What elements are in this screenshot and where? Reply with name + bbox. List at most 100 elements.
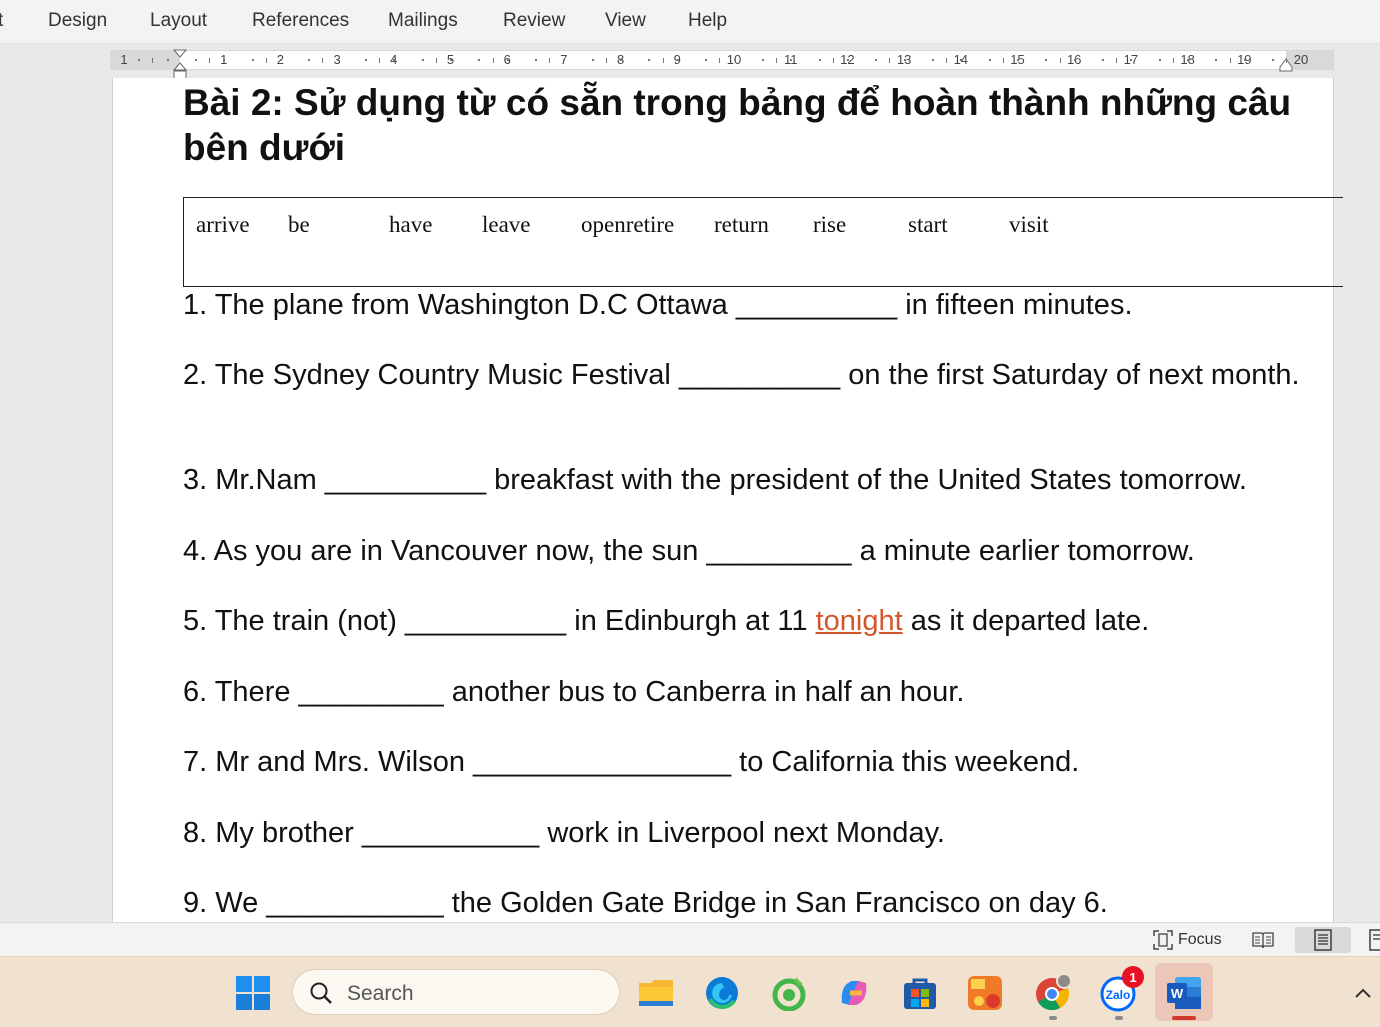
- exercise-heading: Bài 2: Sử dụng từ có sẵn trong bảng để h…: [183, 82, 1292, 168]
- ruler-tick: [492, 58, 494, 63]
- ruler-area: 11234567891011121314151617181920: [0, 44, 1380, 80]
- sentence-8: 8. My brother ___________ work in Liverp…: [183, 817, 945, 849]
- taskbar-search[interactable]: Search: [292, 969, 620, 1015]
- ruler-dot: [903, 59, 906, 61]
- read-mode-button[interactable]: [1249, 927, 1277, 953]
- file-explorer-button[interactable]: [637, 974, 675, 1012]
- sentence-9: 9. We ___________ the Golden Gate Bridge…: [183, 887, 1108, 919]
- ruler-dot: [846, 59, 849, 61]
- ruler-dot: [279, 59, 282, 61]
- sentence-4: 4. As you are in Vancouver now, the sun …: [183, 535, 1195, 567]
- ruler-dot: [591, 59, 594, 61]
- ruler-tick: [662, 58, 664, 63]
- ruler-dot: [790, 59, 793, 61]
- ruler-dot: [421, 59, 424, 61]
- ruler-tick: [889, 58, 891, 63]
- ruler-dot: [931, 59, 934, 61]
- search-icon: [310, 982, 332, 1004]
- ruler-tick: [946, 58, 948, 63]
- microsoft-store-icon: [904, 978, 936, 1009]
- ruler-dot: [1130, 59, 1133, 61]
- tab-references[interactable]: References: [252, 10, 349, 32]
- ruler-tick: [1229, 58, 1231, 63]
- ruler-dot: [988, 59, 991, 61]
- tab-layout[interactable]: Layout: [150, 10, 207, 32]
- ruler-dot: [1102, 59, 1105, 61]
- zalo-button[interactable]: Zalo 1: [1100, 966, 1144, 1012]
- ruler-dot: [960, 59, 963, 61]
- windows-start-icon: [236, 976, 270, 1010]
- my-bida-icon: [968, 976, 1002, 1010]
- ruler-dot: [563, 59, 566, 61]
- ruler-dot: [818, 59, 821, 61]
- ruler-dot: [1243, 59, 1246, 61]
- ruler-dot: [705, 59, 708, 61]
- edge-icon: [706, 977, 738, 1009]
- store-button[interactable]: [901, 974, 939, 1012]
- tab-help[interactable]: Help: [688, 10, 727, 32]
- ruler-dot: [478, 59, 481, 61]
- chrome-icon: [1036, 974, 1072, 1011]
- ruler-dot: [393, 59, 396, 61]
- sentence-1: 1. The plane from Washington D.C Ottawa …: [183, 289, 1133, 321]
- ruler-dot: [1215, 59, 1218, 61]
- word-active-indicator: [1172, 1016, 1196, 1020]
- tab-mailings[interactable]: Mailings: [388, 10, 458, 32]
- windows-taskbar: Search Zalo 1 W: [0, 956, 1380, 1027]
- ruler-tick: [776, 58, 778, 63]
- chrome-button[interactable]: [1034, 974, 1072, 1012]
- print-layout-button[interactable]: [1295, 927, 1351, 953]
- ruler-dot: [1272, 59, 1275, 61]
- spelling-flagged-word[interactable]: tonight: [816, 605, 903, 637]
- web-layout-button[interactable]: [1364, 927, 1380, 953]
- tab-view[interactable]: View: [605, 10, 646, 32]
- ruler-tick: [719, 58, 721, 63]
- word-icon: W: [1167, 977, 1201, 1009]
- svg-text:W: W: [1171, 986, 1184, 1001]
- word-bank-item: return: [714, 212, 769, 237]
- sentence-5: 5. The train (not) __________ in Edinbur…: [183, 604, 1303, 639]
- ruler-tick: [605, 58, 607, 63]
- edge-button[interactable]: [703, 974, 741, 1012]
- ruler-dot: [1187, 59, 1190, 61]
- coccoc-button[interactable]: [770, 974, 808, 1012]
- ruler-tick: [322, 58, 324, 63]
- show-hidden-icons-button[interactable]: [1344, 974, 1380, 1012]
- sentence-3: 3. Mr.Nam __________ breakfast with the …: [183, 464, 1247, 496]
- ruler-tick: [1286, 58, 1288, 63]
- web-layout-icon: [1369, 929, 1380, 951]
- word-bank-table: arrive be have leave openretire return r…: [183, 197, 1343, 287]
- ruler-dot: [194, 59, 197, 61]
- print-layout-icon: [1314, 929, 1332, 951]
- ruler-tick: [1116, 58, 1118, 63]
- ruler-dot: [648, 59, 651, 61]
- tab-review[interactable]: Review: [503, 10, 565, 32]
- sentence-6: 6. There _________ another bus to Canber…: [183, 676, 965, 708]
- document-page[interactable]: Bài 2: Sử dụng từ có sẵn trong bảng để h…: [112, 78, 1343, 922]
- tab-cut-off[interactable]: t: [0, 10, 3, 32]
- chrome-running-indicator: [1049, 1016, 1057, 1020]
- word-bank-item: openretire: [581, 212, 675, 237]
- copilot-button[interactable]: [835, 974, 873, 1012]
- word-bank-item: arrive: [196, 212, 250, 237]
- focus-button[interactable]: Focus: [1152, 928, 1222, 952]
- horizontal-ruler[interactable]: 11234567891011121314151617181920: [110, 49, 1334, 80]
- word-bank-item: start: [908, 212, 948, 237]
- ruler-dot: [506, 59, 509, 61]
- word-bank-item: be: [288, 212, 310, 237]
- tab-design[interactable]: Design: [48, 10, 107, 32]
- document-canvas[interactable]: Bài 2: Sử dụng từ có sẵn trong bảng để h…: [0, 78, 1380, 922]
- ruler-dot: [620, 59, 623, 61]
- sentence-2: 2. The Sydney Country Music Festival ___…: [183, 359, 1300, 391]
- ruler-dot: [1045, 59, 1048, 61]
- start-button[interactable]: [234, 974, 272, 1012]
- ruler-dot: [1073, 59, 1076, 61]
- ruler-tick: [1002, 58, 1004, 63]
- ruler-dot: [308, 59, 311, 61]
- word-button[interactable]: W: [1165, 974, 1203, 1012]
- ruler-dot: [875, 59, 878, 61]
- my-bida-button[interactable]: [966, 974, 1004, 1012]
- file-explorer-icon: [639, 980, 673, 1006]
- svg-text:Zalo: Zalo: [1106, 988, 1131, 1002]
- ruler-dot: [733, 59, 736, 61]
